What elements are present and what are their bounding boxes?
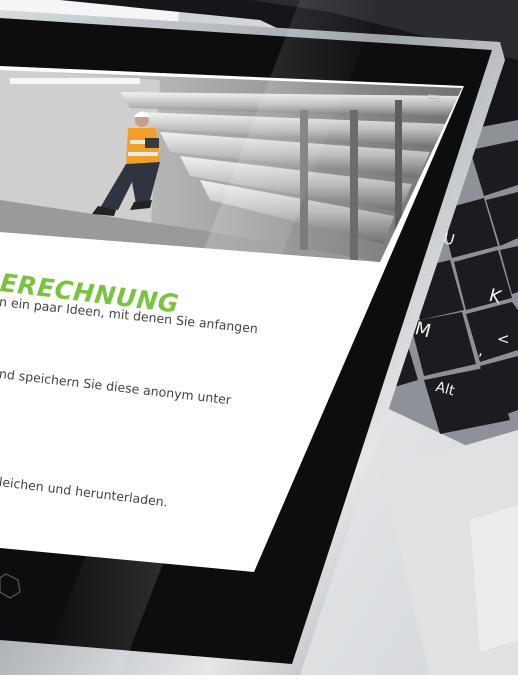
photo-scene: ERECHNUNG n ein paar Ideen, mit denen Si… [0,0,518,675]
key-comma-label: , [478,341,483,359]
tablet-laptop-photo [0,0,518,675]
key-lt-label: < [497,330,510,348]
